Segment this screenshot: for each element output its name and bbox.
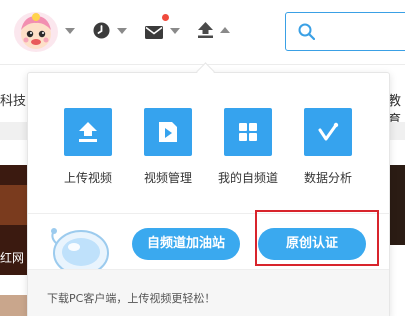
upload-video-label[interactable]: 上传视频 xyxy=(43,169,133,186)
chevron-down-icon[interactable] xyxy=(117,28,127,34)
video-manage-tile[interactable] xyxy=(144,108,192,156)
top-header xyxy=(0,0,405,65)
play-icon xyxy=(159,122,177,142)
grid-icon xyxy=(239,123,257,141)
screen: 科技 教育 红网 上传视频 视频管理 我的自频道 数据分析 自频道加油站 原创认… xyxy=(0,0,405,316)
download-client-link[interactable]: 下载PC客户端，上传视频更轻松！ xyxy=(47,290,215,306)
channel-boost-button[interactable]: 自频道加油站 xyxy=(132,228,240,260)
thumbnail-figure xyxy=(0,185,27,225)
upload-video-tile[interactable] xyxy=(64,108,112,156)
history-clock-icon[interactable] xyxy=(93,22,110,43)
mail-icon[interactable] xyxy=(145,24,163,43)
data-analysis-tile[interactable] xyxy=(304,108,352,156)
chevron-up-icon[interactable] xyxy=(220,27,230,33)
search-input[interactable] xyxy=(285,12,405,51)
my-channel-label[interactable]: 我的自频道 xyxy=(203,169,293,186)
upload-icon[interactable] xyxy=(197,22,214,42)
nav-item-tech[interactable]: 科技 xyxy=(0,90,26,109)
search-icon[interactable] xyxy=(298,23,315,40)
avatar[interactable] xyxy=(14,12,58,52)
upload-dropdown-panel: 上传视频 视频管理 我的自频道 数据分析 自频道加油站 原创认证 下载PC客户端… xyxy=(27,72,390,316)
upload-icon xyxy=(79,122,97,142)
analytics-check-icon xyxy=(318,122,339,141)
chevron-down-icon[interactable] xyxy=(170,28,180,34)
panel-footer: 下载PC客户端，上传视频更轻松！ xyxy=(28,269,389,316)
data-analysis-label[interactable]: 数据分析 xyxy=(283,169,373,186)
video-manage-label[interactable]: 视频管理 xyxy=(123,169,213,186)
video-thumbnail[interactable] xyxy=(0,295,27,316)
notification-dot xyxy=(162,14,169,21)
highlight-box xyxy=(255,210,379,266)
my-channel-tile[interactable] xyxy=(224,108,272,156)
video-thumbnail[interactable] xyxy=(388,165,405,245)
thumbnail-caption: 红网 xyxy=(0,251,25,265)
chevron-down-icon[interactable] xyxy=(65,28,75,34)
video-thumbnail[interactable]: 红网 xyxy=(0,165,27,275)
